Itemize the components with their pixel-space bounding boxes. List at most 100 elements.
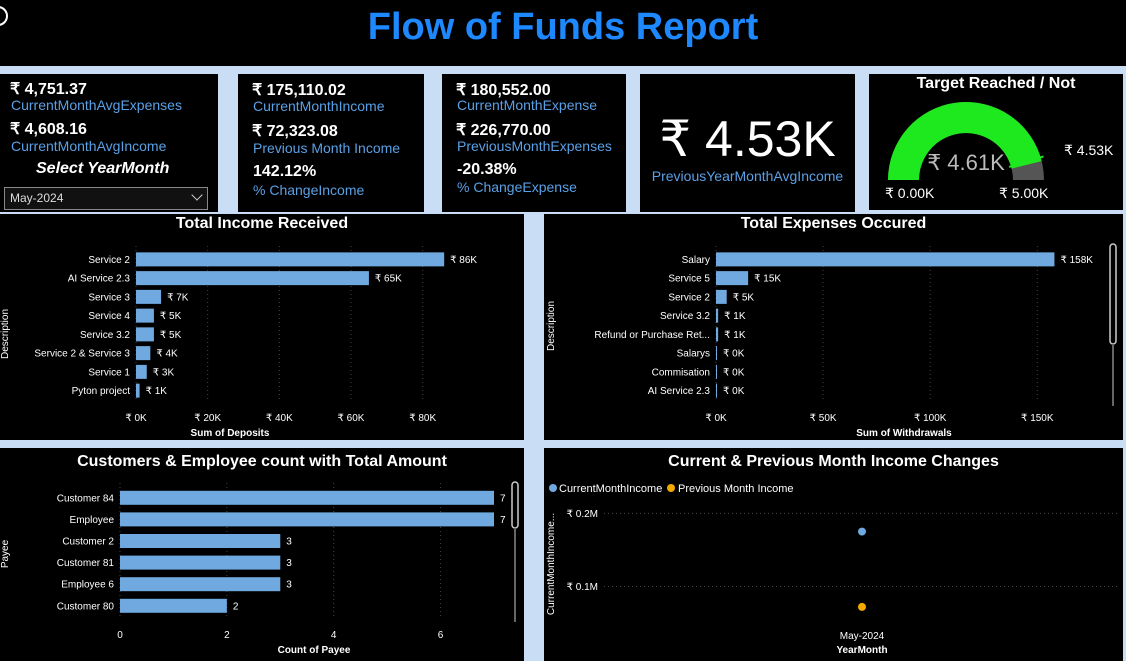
payee-chart-panel: Customers & Employee count with Total Am… xyxy=(0,448,524,661)
income-change-panel: Current & Previous Month Income Changes … xyxy=(544,448,1123,661)
expense-change-value: -20.38% xyxy=(457,161,517,178)
expense-x-tick-label: ₹ 100K xyxy=(914,413,947,424)
header-bar: Flow of Funds Report xyxy=(0,0,1126,66)
income-bar[interactable] xyxy=(136,364,147,379)
expense-scrollbar-track xyxy=(1112,344,1114,406)
expense-data-label: ₹ 15K xyxy=(754,274,781,285)
income-bar[interactable] xyxy=(136,308,154,323)
payee-x-tick-label: 2 xyxy=(224,630,230,641)
prev-year-avg-value: ₹ 4.53K xyxy=(659,111,836,167)
income-data-label: ₹ 5K xyxy=(160,330,182,341)
scatter-point[interactable] xyxy=(858,527,866,536)
income-bar[interactable] xyxy=(136,271,369,286)
payee-category-label: Employee xyxy=(70,515,115,526)
card-income: ₹ 175,110.02 CurrentMonthIncome ₹ 72,323… xyxy=(238,74,424,212)
expense-category-label: Service 3.2 xyxy=(660,311,710,322)
expense-category-label: Refund or Purchase Ret... xyxy=(594,330,710,341)
income-data-label: ₹ 65K xyxy=(375,274,402,285)
expense-bar[interactable] xyxy=(716,364,717,379)
expense-change-label: % ChangeExpense xyxy=(457,179,577,195)
income-category-label: Service 2 xyxy=(88,255,130,266)
expense-category-label: Salary xyxy=(682,255,710,266)
income-bar[interactable] xyxy=(136,327,154,342)
income-x-tick-label: ₹ 60K xyxy=(338,413,365,424)
expense-data-label: ₹ 1K xyxy=(724,311,746,322)
expense-data-label: ₹ 1K xyxy=(724,330,746,341)
expense-data-label: ₹ 0K xyxy=(723,349,745,360)
income-bar[interactable] xyxy=(136,289,162,304)
scatter-y-tick-label: ₹ 0.2M xyxy=(567,509,598,520)
prev-income-label: Previous Month Income xyxy=(253,140,401,156)
payee-data-label: 3 xyxy=(286,580,292,591)
yearmonth-dropdown[interactable]: May-2024 xyxy=(4,187,208,210)
payee-data-label: 7 xyxy=(500,515,506,526)
payee-bar[interactable] xyxy=(120,490,494,505)
income-x-tick-label: ₹ 40K xyxy=(266,413,293,424)
payee-y-axis-label: Payee xyxy=(0,539,11,568)
payee-bar[interactable] xyxy=(120,512,494,527)
gauge-value-label: ₹ 4.61K xyxy=(927,150,1005,175)
expense-chart-panel: Total Expenses Occured Salary Service 5 Se… xyxy=(544,214,1123,440)
chevron-down-icon xyxy=(191,189,203,201)
expense-data-label: ₹ 0K xyxy=(723,386,745,397)
income-x-axis-label: Sum of Deposits xyxy=(191,428,270,439)
expense-bar[interactable] xyxy=(716,346,717,361)
income-category-label: Service 3 xyxy=(88,292,130,303)
prev-year-avg-label: PreviousYearMonthAvgIncome xyxy=(651,168,844,184)
payee-bar-chart: Customer 84 Employee Customer 2 Customer 81… xyxy=(0,481,519,656)
prev-income-value: ₹ 72,323.08 xyxy=(252,123,338,140)
payee-x-tick-label: 4 xyxy=(331,630,337,641)
payee-data-label: 7 xyxy=(500,493,506,504)
card-avg: ₹ 4,751.37 CurrentMonthAvgExpenses ₹ 4,6… xyxy=(0,74,218,212)
expense-bar[interactable] xyxy=(716,252,1055,267)
income-bar[interactable] xyxy=(136,252,445,267)
scatter-y-axis-label: CurrentMonthIncome... xyxy=(546,513,557,615)
expense-bar-chart: Salary Service 5 Service 2 Service 3.2 Refun… xyxy=(546,243,1117,439)
income-data-label: ₹ 4K xyxy=(156,349,178,360)
income-category-label: Service 3.2 xyxy=(80,330,130,341)
expense-data-label: ₹ 158K xyxy=(1060,255,1093,266)
expense-label: CurrentMonthExpense xyxy=(457,97,598,113)
income-bar[interactable] xyxy=(136,346,151,361)
payee-bar[interactable] xyxy=(120,598,227,613)
payee-category-label: Employee 6 xyxy=(61,580,114,591)
expense-category-label: Salarys xyxy=(677,349,710,360)
gauge-chart: ₹ 4.61K ₹ 4.53K ₹ 0.00K ₹ 5.00K xyxy=(885,101,1114,201)
payee-bar[interactable] xyxy=(120,555,281,570)
income-x-tick-label: ₹ 0K xyxy=(125,413,147,424)
legend-previous-marker xyxy=(667,484,675,492)
payee-data-label: 2 xyxy=(233,601,239,612)
expense-x-axis-label: Sum of Withdrawals xyxy=(856,428,952,439)
scatter-point[interactable] xyxy=(858,602,866,611)
income-category-label: Service 2 & Service 3 xyxy=(34,349,130,360)
payee-bar[interactable] xyxy=(120,577,281,592)
expense-category-label: Service 5 xyxy=(668,274,710,285)
income-x-tick-label: ₹ 80K xyxy=(409,413,436,424)
payee-scrollbar[interactable] xyxy=(511,481,519,529)
card-expense: ₹ 180,552.00 CurrentMonthExpense ₹ 226,7… xyxy=(442,74,626,212)
legend-current-marker xyxy=(549,484,557,492)
expense-category-label: Service 2 xyxy=(668,292,710,303)
income-label: CurrentMonthIncome xyxy=(253,98,385,114)
select-yearmonth-label: Select YearMonth xyxy=(36,160,170,177)
expense-scrollbar[interactable] xyxy=(1109,243,1117,345)
income-bar[interactable] xyxy=(136,383,140,398)
income-y-axis-label: Description xyxy=(0,309,11,359)
prev-expense-value: ₹ 226,770.00 xyxy=(456,122,551,139)
expense-y-axis-label: Description xyxy=(546,301,557,351)
expense-bar[interactable] xyxy=(716,289,727,304)
expense-bar[interactable] xyxy=(716,308,719,323)
expense-bar[interactable] xyxy=(716,271,749,286)
card-prev-year-avg: ₹ 4.53K PreviousYearMonthAvgIncome xyxy=(640,74,855,212)
income-category-label: Pyton project xyxy=(72,386,131,397)
payee-category-label: Customer 84 xyxy=(57,493,115,504)
income-chart-panel: Total Income Received Service 2 AI Servic… xyxy=(0,214,524,440)
expense-bar[interactable] xyxy=(716,327,719,342)
income-data-label: ₹ 1K xyxy=(146,386,168,397)
scatter-x-axis-label: YearMonth xyxy=(836,645,887,656)
expense-bar[interactable] xyxy=(716,383,717,398)
income-change-label: % ChangeIncome xyxy=(253,182,365,198)
payee-bar[interactable] xyxy=(120,534,281,548)
expense-x-tick-label: ₹ 0K xyxy=(705,413,727,424)
expense-category-label: Commisation xyxy=(652,367,710,378)
